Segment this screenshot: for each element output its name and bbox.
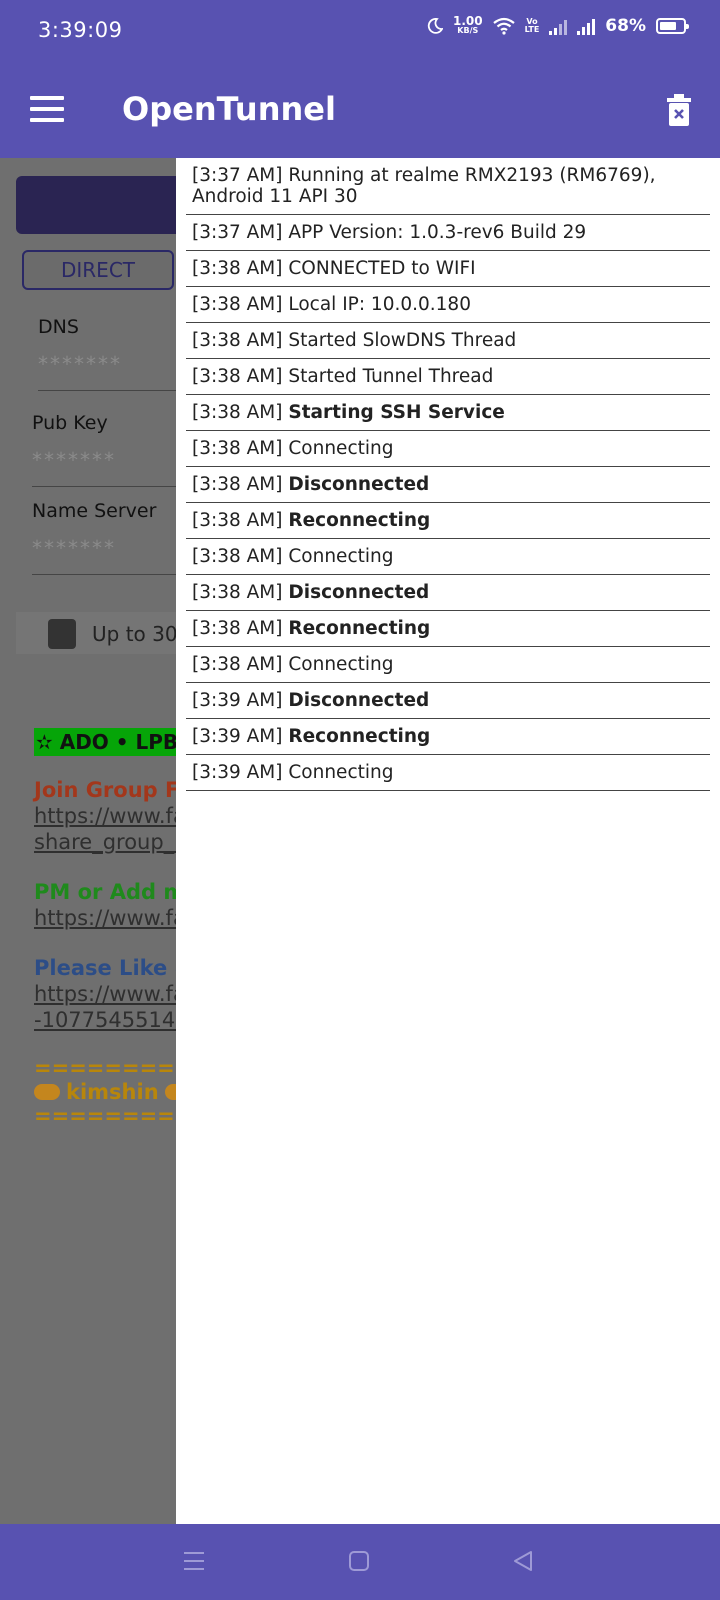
trash-icon[interactable] — [666, 94, 692, 126]
log-message: Started SlowDNS Thread — [288, 330, 517, 351]
status-icons: 1.00 KB/S Vo LTE 68% — [427, 14, 689, 36]
log-entry: [3:37 AM] APP Version: 1.0.3-rev6 Build … — [186, 215, 710, 251]
note-text: Up to 30 — [92, 622, 178, 646]
log-message: CONNECTED to WIFI — [288, 258, 476, 279]
log-timestamp: [3:39 AM] — [192, 762, 283, 783]
log-timestamp: [3:38 AM] — [192, 546, 283, 567]
page-link[interactable]: https://www.fa — [34, 982, 186, 1006]
log-message: Reconnecting — [288, 510, 431, 531]
log-entry: [3:39 AM] Connecting — [186, 755, 710, 791]
battery-icon — [656, 18, 689, 34]
like-text: Please Like & — [34, 956, 193, 980]
log-timestamp: [3:38 AM] — [192, 330, 283, 351]
note-icon — [48, 619, 76, 649]
log-message: Connecting — [288, 438, 394, 459]
back-nav-icon[interactable] — [512, 1550, 534, 1572]
log-entry: [3:38 AM] Disconnected — [186, 575, 710, 611]
log-entry: [3:38 AM] Disconnected — [186, 467, 710, 503]
network-speed: 1.00 KB/S — [452, 14, 483, 36]
wifi-icon — [492, 17, 515, 35]
log-timestamp: [3:37 AM] — [192, 222, 283, 243]
log-message: Disconnected — [288, 690, 430, 711]
dns-field[interactable]: ******* — [38, 352, 122, 376]
status-bar: 3:39:09 1.00 KB/S Vo LTE 68% — [0, 0, 720, 62]
log-entry: [3:38 AM] Starting SSH Service — [186, 395, 710, 431]
log-entry: [3:38 AM] Started Tunnel Thread — [186, 359, 710, 395]
log-message: Starting SSH Service — [288, 402, 505, 423]
signal-sim1-icon — [549, 17, 568, 35]
log-timestamp: [3:38 AM] — [192, 510, 283, 531]
group-link-cont[interactable]: share_group_lin — [34, 830, 199, 854]
log-timestamp: [3:38 AM] — [192, 582, 283, 603]
log-entry: [3:38 AM] CONNECTED to WIFI — [186, 251, 710, 287]
log-entry: [3:38 AM] Connecting — [186, 647, 710, 683]
menu-nav-icon[interactable] — [182, 1550, 206, 1572]
log-timestamp: [3:38 AM] — [192, 438, 283, 459]
volte-icon: Vo LTE — [524, 17, 540, 34]
join-group-text: Join Group Fo — [34, 778, 193, 802]
log-drawer: [3:37 AM] Running at realme RMX2193 (RM6… — [176, 158, 720, 1524]
group-link[interactable]: https://www.fa — [34, 804, 186, 828]
log-message: Started Tunnel Thread — [288, 366, 494, 387]
clock: 3:39:09 — [38, 18, 123, 42]
log-timestamp: [3:38 AM] — [192, 654, 283, 675]
log-message: APP Version: 1.0.3-rev6 Build 29 — [288, 222, 587, 243]
speed-unit: KB/S — [457, 26, 479, 35]
app-title: OpenTunnel — [122, 90, 336, 128]
log-entry: [3:39 AM] Reconnecting — [186, 719, 710, 755]
do-not-disturb-moon-icon — [427, 18, 443, 34]
log-entry: [3:38 AM] Reconnecting — [186, 611, 710, 647]
log-message: Connecting — [288, 546, 394, 567]
log-timestamp: [3:38 AM] — [192, 294, 283, 315]
name-server-field[interactable]: ******* — [32, 536, 116, 560]
tab-direct[interactable]: DIRECT — [22, 250, 174, 290]
log-entry: [3:38 AM] Started SlowDNS Thread — [186, 323, 710, 359]
log-timestamp: [3:38 AM] — [192, 402, 283, 423]
log-entry: [3:38 AM] Connecting — [186, 539, 710, 575]
navigation-bar — [0, 1524, 720, 1600]
log-timestamp: [3:38 AM] — [192, 366, 283, 387]
signature-name: kimshin — [66, 1080, 159, 1104]
log-entry: [3:39 AM] Disconnected — [186, 683, 710, 719]
log-entry: [3:38 AM] Connecting — [186, 431, 710, 467]
log-timestamp: [3:39 AM] — [192, 690, 283, 711]
signal-sim2-icon — [577, 17, 596, 35]
log-message: Reconnecting — [288, 618, 431, 639]
signature: kimshin — [34, 1080, 191, 1104]
hamburger-icon[interactable] — [30, 96, 64, 122]
ado-banner: ✫ ADO • LPB — [34, 728, 181, 756]
app-bar: OpenTunnel — [0, 62, 720, 158]
dns-label: DNS — [38, 316, 79, 338]
pm-text: PM or Add me — [34, 880, 200, 904]
pub-key-field[interactable]: ******* — [32, 448, 116, 472]
log-list: [3:37 AM] Running at realme RMX2193 (RM6… — [176, 158, 720, 791]
log-timestamp: [3:38 AM] — [192, 474, 283, 495]
log-message: Connecting — [288, 762, 394, 783]
log-message: Reconnecting — [288, 726, 431, 747]
log-entry: [3:38 AM] Local IP: 10.0.0.180 — [186, 287, 710, 323]
log-entry: [3:38 AM] Reconnecting — [186, 503, 710, 539]
pm-link[interactable]: https://www.fa — [34, 906, 186, 930]
log-timestamp: [3:39 AM] — [192, 726, 283, 747]
log-message: Connecting — [288, 654, 394, 675]
log-timestamp: [3:37 AM] — [192, 165, 283, 186]
log-entry: [3:37 AM] Running at realme RMX2193 (RM6… — [186, 158, 710, 215]
log-message: Disconnected — [288, 474, 430, 495]
log-message: Disconnected — [288, 582, 430, 603]
name-server-label: Name Server — [32, 500, 157, 522]
battery-percent: 68% — [605, 16, 646, 36]
speed-value: 1.00 — [452, 14, 483, 28]
pub-key-label: Pub Key — [32, 412, 108, 434]
log-timestamp: [3:38 AM] — [192, 258, 283, 279]
home-nav-icon[interactable] — [348, 1550, 370, 1572]
fist-icon — [34, 1084, 60, 1100]
log-timestamp: [3:38 AM] — [192, 618, 283, 639]
log-message: Local IP: 10.0.0.180 — [288, 294, 471, 315]
